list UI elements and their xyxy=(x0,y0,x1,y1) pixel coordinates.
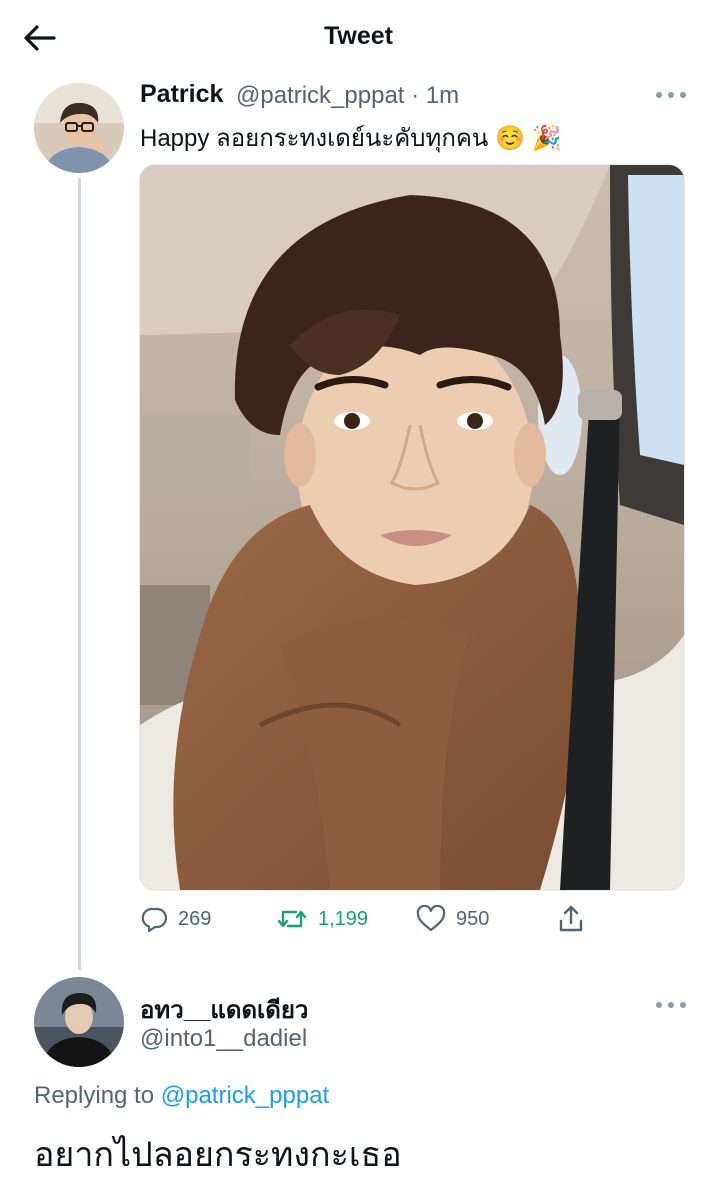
reply-author-name[interactable]: อทว__แดดเดียว xyxy=(140,990,308,1029)
more-icon xyxy=(680,92,686,98)
more-icon xyxy=(668,92,674,98)
share-button[interactable] xyxy=(556,903,586,935)
more-icon xyxy=(668,1002,674,1008)
author-name[interactable]: Patrick xyxy=(140,80,223,109)
more-icon xyxy=(680,1002,686,1008)
selfie-image xyxy=(140,165,684,890)
top-bar: Tweet xyxy=(0,0,717,76)
reply-more-options-button[interactable] xyxy=(656,999,686,1011)
replying-to-label: Replying to xyxy=(34,1082,155,1109)
replying-to-handle[interactable]: @patrick_pppat xyxy=(161,1082,329,1109)
tweet-photo[interactable] xyxy=(139,164,685,891)
tweet-text: Happy ลอยกระทงเดย์นะคับทุกคน ☺️ 🎉 xyxy=(140,125,562,152)
reply-icon xyxy=(141,907,168,933)
reply-author-handle[interactable]: @into1__dadiel xyxy=(140,1025,307,1053)
like-icon xyxy=(416,905,446,932)
more-options-button[interactable] xyxy=(656,89,686,101)
retweet-count: 1,199 xyxy=(318,907,369,930)
like-button[interactable]: 950 xyxy=(416,903,489,935)
more-icon xyxy=(656,1002,662,1008)
retweet-icon xyxy=(277,910,307,928)
page-title: Tweet xyxy=(324,22,393,50)
avatar-photo xyxy=(34,977,124,1067)
reply-text: อยากไปลอยกระทงกะเธอ xyxy=(34,1136,402,1174)
reply-count: 269 xyxy=(178,907,212,930)
reply-button[interactable]: 269 xyxy=(140,903,211,935)
thread-line xyxy=(78,178,81,970)
replying-to: Replying to @patrick_pppat xyxy=(34,1082,329,1110)
author-handle[interactable]: @patrick_pppat · 1m xyxy=(236,82,459,110)
retweet-button[interactable]: 1,199 xyxy=(276,903,368,935)
avatar-photo xyxy=(34,83,124,173)
share-icon xyxy=(559,905,583,932)
like-count: 950 xyxy=(456,907,490,930)
reply-author-avatar[interactable] xyxy=(34,977,124,1067)
author-avatar[interactable] xyxy=(34,83,124,173)
more-icon xyxy=(656,92,662,98)
